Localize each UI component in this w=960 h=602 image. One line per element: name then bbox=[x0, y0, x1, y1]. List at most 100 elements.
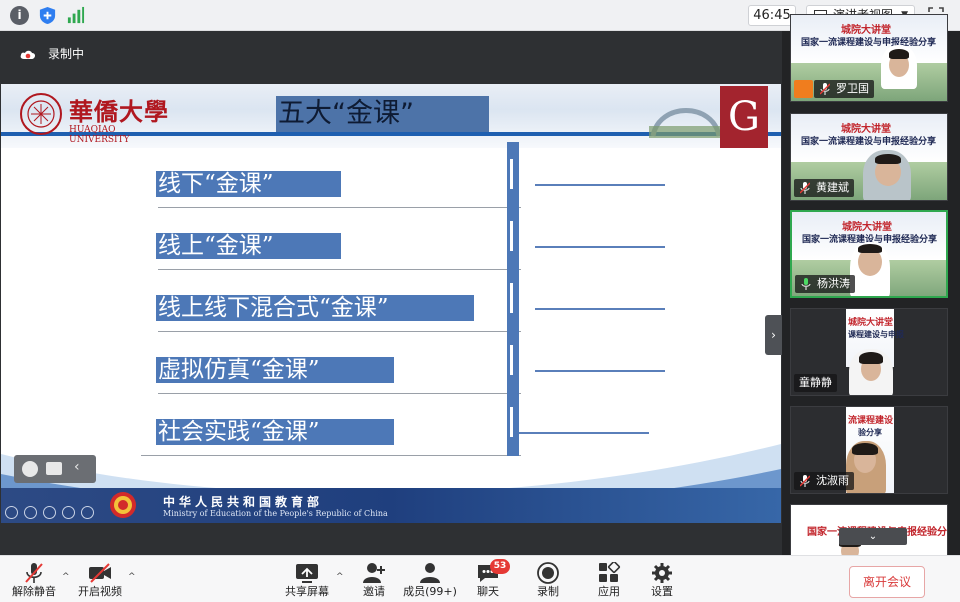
invite-button[interactable]: 邀请 bbox=[354, 560, 394, 600]
right-line-1 bbox=[535, 184, 665, 186]
participant-video bbox=[849, 349, 893, 395]
prev-slide-icon[interactable] bbox=[5, 506, 18, 519]
share-screen-button[interactable]: 共享屏幕 bbox=[281, 560, 333, 600]
tile-slide-title: 城院大讲堂 bbox=[842, 222, 892, 233]
shared-content-area: 录制中 華僑大學 HUAQIAO UNIVERSITY 五大“金课” G 线下“… bbox=[0, 31, 782, 555]
settings-label: 设置 bbox=[651, 585, 673, 598]
tile-slide-subtitle: 国家一流课程建设与申报经验分享 bbox=[801, 137, 937, 147]
reaction-toolbar: ‹ bbox=[14, 455, 96, 483]
g-logo-letter: G bbox=[728, 94, 760, 140]
leave-meeting-button[interactable]: 离开会议 bbox=[849, 566, 925, 598]
right-line-3 bbox=[535, 308, 665, 310]
emoji-icon[interactable] bbox=[22, 461, 38, 477]
chat-unread-badge: 53 bbox=[490, 559, 510, 574]
unmute-label: 解除静音 bbox=[12, 585, 56, 598]
slide-item-2: 线上“金课” bbox=[158, 233, 274, 259]
participant-name-label: 沈淑雨 bbox=[816, 474, 849, 487]
participant-name: 黄建斌 bbox=[794, 179, 854, 197]
meeting-toolbar: 解除静音 ^ 开启视频 ^ 共享屏幕 ^ 邀请 成员(99+) 聊天 录制 应用… bbox=[0, 555, 960, 602]
right-line-4 bbox=[535, 370, 665, 372]
meeting-timer: 46:45 bbox=[748, 5, 796, 26]
tile-slide-title: 流课程建设 bbox=[848, 416, 894, 426]
zoom-icon[interactable] bbox=[81, 506, 94, 519]
mic-active-icon bbox=[801, 278, 811, 290]
tile-slide-subtitle: 验分享 bbox=[858, 428, 882, 437]
vbar-tick-4 bbox=[510, 345, 513, 375]
participant-name-label: 黄建斌 bbox=[816, 181, 849, 194]
panel-toggle-button[interactable]: › bbox=[765, 315, 782, 355]
muted-mic-icon bbox=[800, 475, 810, 487]
settings-button[interactable]: 设置 bbox=[642, 560, 682, 600]
participant-video bbox=[881, 45, 917, 89]
g-logo: G bbox=[720, 86, 768, 148]
gear-icon bbox=[652, 563, 672, 583]
separator-2 bbox=[158, 269, 521, 270]
participant-tile[interactable]: 城院大讲堂 课程建设与申报 童静静 bbox=[790, 308, 948, 396]
muted-mic-icon bbox=[800, 182, 810, 194]
shield-icon[interactable] bbox=[38, 6, 57, 25]
share-screen-label: 共享屏幕 bbox=[285, 585, 329, 598]
participant-tile[interactable]: 城院大讲堂 国家一流课程建设与申报经验分享 罗卫国 bbox=[790, 14, 948, 102]
recording-indicator: 录制中 bbox=[20, 45, 84, 63]
tile-slide-title: 城院大讲堂 bbox=[841, 124, 891, 135]
muted-mic-icon bbox=[25, 563, 43, 583]
slide-navigation-tools bbox=[5, 502, 125, 520]
record-label: 录制 bbox=[537, 585, 559, 598]
separator-1 bbox=[158, 207, 521, 208]
university-seal-icon bbox=[20, 93, 62, 135]
apps-button[interactable]: 应用 bbox=[589, 560, 629, 600]
scroll-down-button[interactable]: ⌄ bbox=[839, 528, 907, 545]
slide-item-1: 线下“金课” bbox=[158, 171, 274, 197]
share-options-caret-icon[interactable]: ^ bbox=[336, 572, 344, 582]
vertical-divider-bar bbox=[507, 142, 519, 456]
record-icon bbox=[537, 562, 559, 584]
participant-name: 罗卫国 bbox=[814, 80, 874, 98]
tile-slide-subtitle: 课程建设与申报 bbox=[848, 330, 904, 339]
participant-video bbox=[850, 242, 890, 296]
participant-name-label: 童静静 bbox=[799, 376, 832, 389]
recording-label: 录制中 bbox=[48, 47, 85, 61]
participant-tile[interactable]: 流课程建设 验分享 沈淑雨 bbox=[790, 406, 948, 494]
participant-name: 童静静 bbox=[794, 374, 837, 392]
presentation-slide: 華僑大學 HUAQIAO UNIVERSITY 五大“金课” G 线下“金课” … bbox=[1, 84, 781, 523]
video-off-icon bbox=[89, 563, 111, 583]
participant-name-label: 杨洪涛 bbox=[817, 277, 850, 290]
tile-slide-title: 城院大讲堂 bbox=[841, 25, 891, 36]
invite-label: 邀请 bbox=[363, 585, 385, 598]
participant-name: 沈淑雨 bbox=[794, 472, 854, 490]
ministry-name-cn: 中华人民共和国教育部 bbox=[163, 495, 324, 509]
slide-item-4: 虚拟仿真“金课” bbox=[158, 357, 320, 383]
signal-icon[interactable] bbox=[66, 6, 85, 25]
right-line-2 bbox=[535, 246, 665, 248]
invite-user-icon bbox=[363, 563, 385, 583]
apps-icon bbox=[599, 562, 621, 582]
participant-video bbox=[863, 150, 911, 200]
members-button[interactable]: 成员(99+) bbox=[402, 560, 458, 600]
university-name-en: HUAQIAO UNIVERSITY bbox=[69, 125, 130, 145]
campus-arch-icon bbox=[649, 108, 723, 138]
unmute-button[interactable]: 解除静音 bbox=[8, 560, 60, 600]
vbar-tick-3 bbox=[510, 283, 513, 313]
pen-icon[interactable] bbox=[43, 506, 56, 519]
share-screen-icon bbox=[296, 564, 318, 583]
participant-tile-active-speaker[interactable]: 城院大讲堂 国家一流课程建设与申报经验分享 杨洪涛 bbox=[790, 210, 948, 298]
vbar-tick-2 bbox=[510, 221, 513, 251]
slides-icon[interactable] bbox=[62, 506, 75, 519]
comment-icon[interactable] bbox=[46, 462, 62, 475]
separator-3 bbox=[158, 331, 521, 332]
muted-mic-icon bbox=[820, 83, 830, 95]
ministry-name-en: Ministry of Education of the People's Re… bbox=[163, 509, 388, 518]
participant-name-label: 罗卫国 bbox=[836, 82, 869, 95]
collapse-icon[interactable]: ‹ bbox=[74, 459, 80, 475]
slide-item-3: 线上线下混合式“金课” bbox=[158, 295, 389, 321]
info-icon[interactable]: i bbox=[10, 6, 29, 25]
video-options-caret-icon[interactable]: ^ bbox=[128, 572, 136, 582]
record-button[interactable]: 录制 bbox=[528, 560, 568, 600]
pointer-icon[interactable] bbox=[24, 506, 37, 519]
participant-tile[interactable]: 城院大讲堂 国家一流课程建设与申报经验分享 黄建斌 bbox=[790, 113, 948, 201]
participant-name: 杨洪涛 bbox=[795, 275, 855, 293]
start-video-button[interactable]: 开启视频 bbox=[74, 560, 126, 600]
chat-label: 聊天 bbox=[477, 585, 499, 598]
audio-options-caret-icon[interactable]: ^ bbox=[62, 572, 70, 582]
separator-4 bbox=[158, 393, 521, 394]
